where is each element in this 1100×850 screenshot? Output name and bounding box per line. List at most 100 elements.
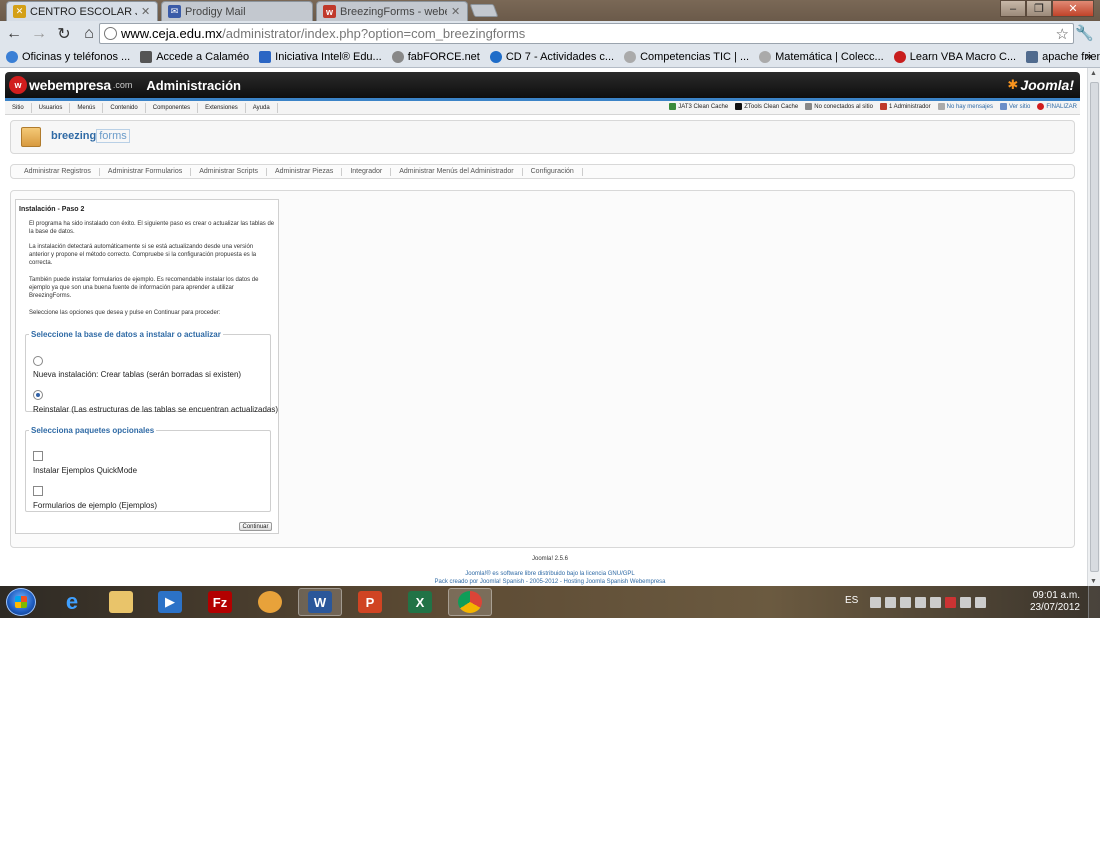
checkbox-examples[interactable] [33,486,43,496]
taskbar-powerpoint[interactable]: P [348,588,392,616]
minimize-button[interactable]: – [1000,0,1026,17]
new-tab-button[interactable] [469,4,499,17]
taskbar-chrome[interactable] [448,588,492,616]
webempresa-logo-icon: w [9,76,27,94]
close-window-button[interactable]: ✕ [1052,0,1094,17]
subnav-integrador[interactable]: Integrador [342,167,392,176]
taskbar-ie[interactable]: e [50,588,94,616]
tab-breezingforms[interactable]: w BreezingForms - webempr ✕ [316,1,468,21]
install-paragraph: También puede instalar formularios de ej… [29,277,259,299]
bookmark-item[interactable]: Iniciativa Intel® Edu... [259,50,382,63]
taskbar-word[interactable]: W [298,588,342,616]
menu-ayuda[interactable]: Ayuda [246,102,278,113]
tray-app-icon[interactable] [885,597,896,608]
menu-componentes[interactable]: Componentes [146,102,199,113]
subnav-registros[interactable]: Administrar Registros [16,167,100,176]
paint-palette-icon [258,591,282,613]
action-center-icon[interactable] [960,597,971,608]
volume-icon[interactable] [975,597,986,608]
page-scrollbar[interactable]: ▲ ▼ [1087,68,1100,586]
pack-credits[interactable]: Pack creado por Joomla! Spanish - 2005-2… [0,579,1100,585]
home-icon[interactable]: ⌂ [78,23,100,45]
tab-title: BreezingForms - webempr [340,5,447,18]
taskbar-explorer[interactable] [99,588,143,616]
scrollbar-thumb[interactable] [1090,82,1099,572]
network-icon[interactable] [870,597,881,608]
menu-usuarios[interactable]: Usuarios [32,102,71,113]
preview-icon [999,103,1007,110]
bookmark-item[interactable]: CD 7 - Actividades c... [489,50,614,63]
subnav-scripts[interactable]: Administrar Scripts [191,167,267,176]
vba-icon [893,50,906,63]
bookmark-star-icon[interactable]: ☆ [1056,25,1069,43]
media-player-icon: ▶ [158,591,182,613]
site-favicon-icon: ✕ [13,5,26,18]
view-site-link[interactable]: Ver sitio [999,103,1031,110]
close-tab-icon[interactable]: ✕ [141,5,151,18]
show-desktop-button[interactable] [1088,586,1100,618]
calameo-icon [140,50,153,63]
subnav-piezas[interactable]: Administrar Piezas [267,167,343,176]
bookmark-item[interactable]: Oficinas y teléfonos ... [6,50,130,63]
admin-title: Administración [146,77,241,93]
subnav-formularios[interactable]: Administrar Formularios [100,167,192,176]
taskbar-media-player[interactable]: ▶ [148,588,192,616]
tab-centro-escolar[interactable]: ✕ CENTRO ESCOLAR JUANA ✕ [6,1,158,21]
license-text[interactable]: Joomla!® es software libre distribuido b… [0,571,1100,577]
component-subnav: Administrar Registros Administrar Formul… [10,164,1075,179]
bookmarks-overflow-icon[interactable]: » [1085,49,1092,63]
ztools-icon [735,103,743,110]
tray-app-icon[interactable] [915,597,926,608]
ztools-clean-cache[interactable]: ZTools Clean Cache [735,103,798,110]
jat3-clean-cache[interactable]: JAT3 Clean Cache [669,103,728,110]
tray-app-icon[interactable] [930,597,941,608]
menu-sitio[interactable]: Sitio [5,102,32,113]
internet-explorer-icon: e [65,589,79,614]
start-button[interactable] [6,588,36,616]
messages-status[interactable]: No hay mensajes [937,103,993,110]
bookmark-item[interactable]: Accede a Calaméo [140,50,250,63]
joomla-logo-icon: ✱ [1007,77,1019,92]
reload-icon[interactable]: ↻ [53,23,75,45]
back-icon[interactable]: ← [3,23,25,45]
bookmark-item[interactable]: Matemática | Colecc... [759,50,884,63]
checkbox-quickmode[interactable] [33,451,43,461]
tray-app-icon[interactable] [900,597,911,608]
status-bar: JAT3 Clean Cache ZTools Clean Cache No c… [669,103,1077,110]
subnav-configuracion[interactable]: Configuración [523,167,583,176]
close-tab-icon[interactable]: ✕ [451,5,461,18]
language-indicator[interactable]: ES [845,595,858,606]
bookmark-item[interactable]: Competencias TIC | ... [624,50,749,63]
menu-menus[interactable]: Menús [70,102,104,113]
radio-reinstall[interactable] [33,390,43,400]
tab-prodigy-mail[interactable]: ✉ Prodigy Mail [161,1,313,21]
subnav-menus-admin[interactable]: Administrar Menús del Administrador [391,167,523,176]
status-label: Ver sitio [1008,103,1031,110]
taskbar-paint[interactable] [248,588,292,616]
taskbar-filezilla[interactable]: Fz [198,588,242,616]
forward-icon[interactable]: → [28,23,50,45]
scroll-up-icon[interactable]: ▲ [1090,70,1097,77]
bookmark-label: Iniciativa Intel® Edu... [275,50,382,63]
scroll-down-icon[interactable]: ▼ [1090,578,1097,585]
bookmark-item[interactable]: fabFORCE.net [391,50,480,63]
atl-icon [489,50,502,63]
taskbar-excel[interactable]: X [398,588,442,616]
wrench-menu-icon[interactable]: 🔧 [1075,24,1094,42]
checkbox-examples-label: Formularios de ejemplo (Ejemplos) [33,501,158,510]
radio-new-install[interactable] [33,356,43,366]
address-bar[interactable]: www.ceja.edu.mx/administrator/index.php?… [99,23,1074,44]
webempresa-favicon-icon: w [323,5,336,18]
bookmark-label: Accede a Calaméo [156,50,250,63]
apache-friends-icon [1026,50,1039,63]
maximize-button[interactable]: ❐ [1026,0,1052,17]
menu-contenido[interactable]: Contenido [103,102,146,113]
logout-link[interactable]: FINALIZAR [1037,103,1077,110]
system-clock[interactable]: 09:01 a.m. 23/07/2012 [1030,590,1080,614]
antivirus-icon[interactable] [945,597,956,608]
page-info-icon[interactable] [104,27,117,40]
menu-extensiones[interactable]: Extensiones [198,102,246,113]
bookmark-item[interactable]: Learn VBA Macro C... [893,50,1016,63]
continue-button[interactable]: Continuar [239,522,272,531]
radio-new-install-label: Nueva instalación: Crear tablas (serán b… [33,370,242,379]
